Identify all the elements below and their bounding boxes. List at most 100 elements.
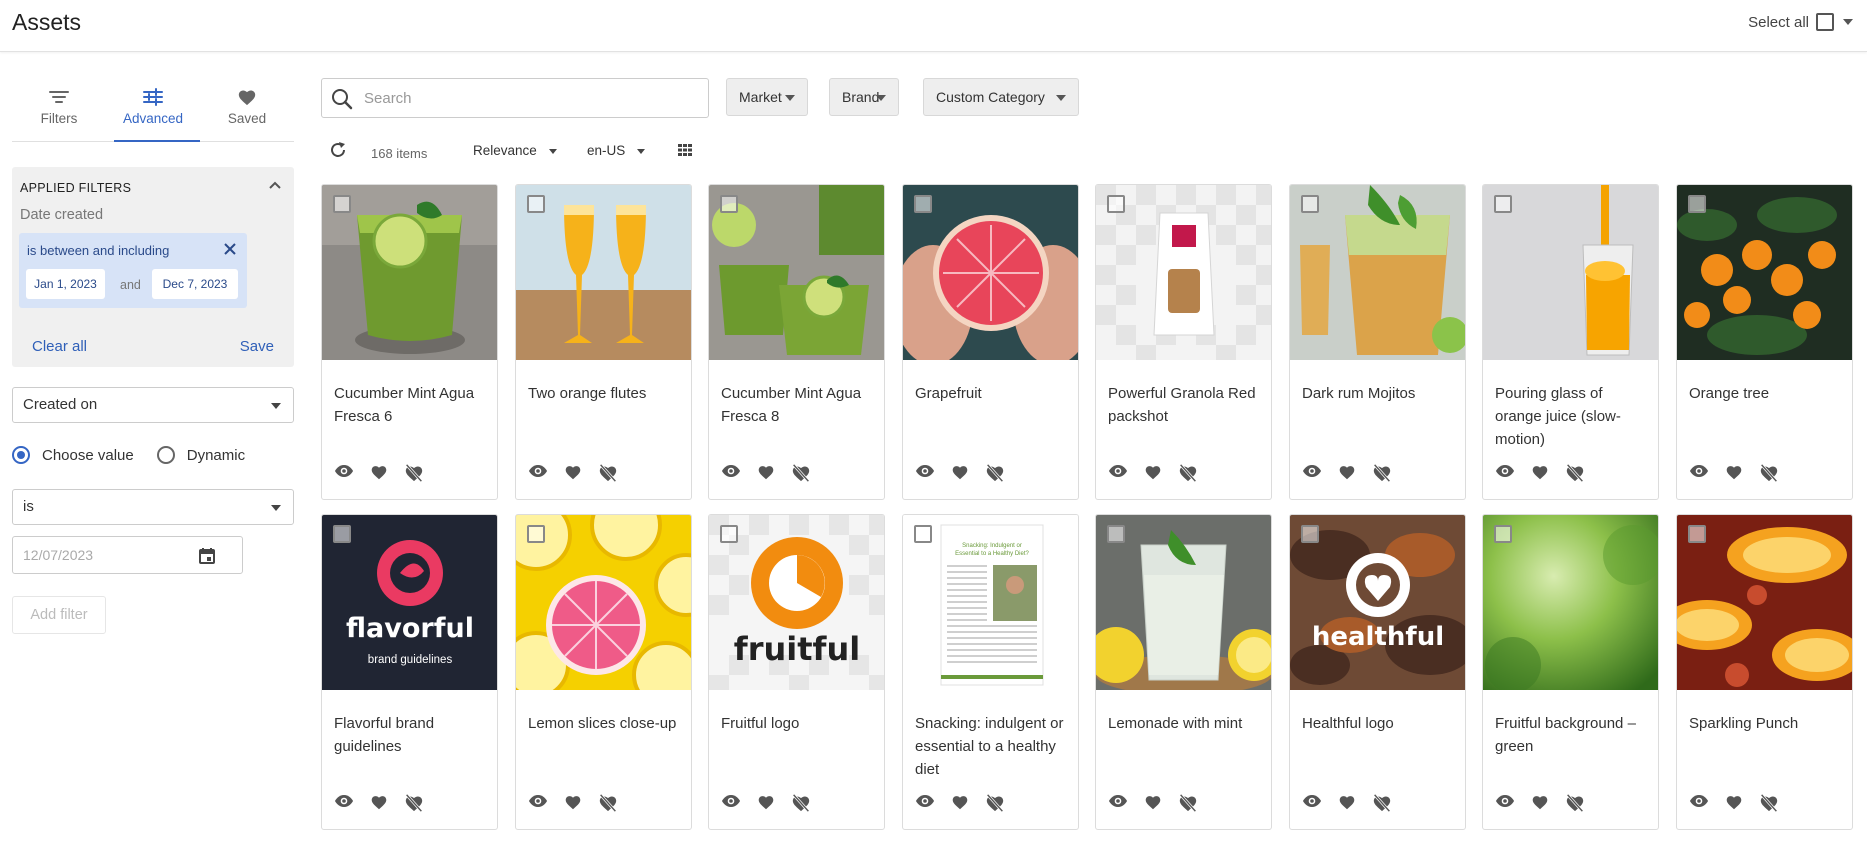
clear-all-link[interactable]: Clear all (32, 338, 87, 355)
asset-select-checkbox[interactable] (1107, 195, 1125, 213)
asset-card[interactable]: Cucumber Mint Agua Fresca 6 (321, 184, 498, 500)
eye-icon[interactable] (915, 464, 935, 487)
asset-select-checkbox[interactable] (1301, 195, 1319, 213)
asset-title[interactable]: Orange tree (1689, 382, 1845, 405)
heart-off-icon[interactable] (404, 793, 424, 817)
eye-icon[interactable] (1108, 794, 1128, 817)
eye-icon[interactable] (1689, 464, 1709, 487)
heart-icon[interactable] (1144, 794, 1162, 817)
close-icon[interactable] (223, 242, 237, 256)
heart-icon[interactable] (1531, 464, 1549, 487)
add-filter-button[interactable]: Add filter (12, 596, 106, 634)
asset-select-checkbox[interactable] (720, 525, 738, 543)
chevron-down-icon[interactable] (1843, 19, 1853, 25)
eye-icon[interactable] (1495, 794, 1515, 817)
asset-select-checkbox[interactable] (333, 195, 351, 213)
locale-dropdown[interactable]: en-US (587, 143, 646, 158)
eye-icon[interactable] (1495, 464, 1515, 487)
asset-card[interactable]: Dark rum Mojitos (1289, 184, 1466, 500)
select-all-control[interactable]: Select all (1748, 13, 1853, 31)
heart-icon[interactable] (757, 464, 775, 487)
asset-card[interactable]: Two orange flutes (515, 184, 692, 500)
date-from-pill[interactable]: Jan 1, 2023 (26, 269, 105, 299)
asset-select-checkbox[interactable] (914, 195, 932, 213)
asset-select-checkbox[interactable] (1301, 525, 1319, 543)
eye-icon[interactable] (1689, 794, 1709, 817)
tab-saved[interactable]: Saved (200, 78, 294, 141)
asset-card[interactable]: Powerful Granola Red packshot (1095, 184, 1272, 500)
sort-dropdown[interactable]: Relevance (473, 143, 557, 158)
heart-off-icon[interactable] (985, 463, 1005, 487)
heart-off-icon[interactable] (1372, 793, 1392, 817)
asset-select-checkbox[interactable] (1107, 525, 1125, 543)
asset-title[interactable]: Dark rum Mojitos (1302, 382, 1458, 405)
heart-icon[interactable] (1338, 464, 1356, 487)
asset-title[interactable]: Powerful Granola Red packshot (1108, 382, 1264, 428)
heart-icon[interactable] (1144, 464, 1162, 487)
asset-card[interactable]: Snacking: Indulgent or Essential to a Hea… (902, 514, 1079, 830)
eye-icon[interactable] (334, 794, 354, 817)
heart-icon[interactable] (1725, 464, 1743, 487)
asset-title[interactable]: Fruitful background – green (1495, 712, 1651, 758)
heart-icon[interactable] (951, 464, 969, 487)
heart-icon[interactable] (1338, 794, 1356, 817)
asset-title[interactable]: Fruitful logo (721, 712, 877, 735)
eye-icon[interactable] (721, 794, 741, 817)
heart-off-icon[interactable] (791, 793, 811, 817)
asset-card[interactable]: Sparkling Punch (1676, 514, 1853, 830)
asset-card[interactable]: Cucumber Mint Agua Fresca 8 (708, 184, 885, 500)
asset-select-checkbox[interactable] (1494, 525, 1512, 543)
asset-select-checkbox[interactable] (333, 525, 351, 543)
heart-off-icon[interactable] (1178, 463, 1198, 487)
heart-off-icon[interactable] (985, 793, 1005, 817)
search-box[interactable] (321, 78, 709, 118)
eye-icon[interactable] (1108, 464, 1128, 487)
eye-icon[interactable] (721, 464, 741, 487)
heart-off-icon[interactable] (598, 463, 618, 487)
eye-icon[interactable] (915, 794, 935, 817)
heart-off-icon[interactable] (1759, 793, 1779, 817)
radio-choose-value[interactable] (12, 446, 30, 464)
heart-off-icon[interactable] (598, 793, 618, 817)
heart-icon[interactable] (757, 794, 775, 817)
asset-select-checkbox[interactable] (527, 525, 545, 543)
save-filter-link[interactable]: Save (240, 338, 274, 355)
heart-icon[interactable] (1725, 794, 1743, 817)
eye-icon[interactable] (1302, 794, 1322, 817)
custom-category-dropdown[interactable]: Custom Category (923, 78, 1079, 116)
select-all-checkbox[interactable] (1816, 13, 1834, 31)
eye-icon[interactable] (1302, 464, 1322, 487)
brand-dropdown[interactable]: Brand (829, 78, 899, 116)
heart-icon[interactable] (1531, 794, 1549, 817)
asset-title[interactable]: Sparkling Punch (1689, 712, 1845, 735)
heart-icon[interactable] (370, 464, 388, 487)
market-dropdown[interactable]: Market (726, 78, 808, 116)
heart-off-icon[interactable] (1178, 793, 1198, 817)
asset-card[interactable]: Orange tree (1676, 184, 1853, 500)
asset-title[interactable]: Cucumber Mint Agua Fresca 6 (334, 382, 490, 428)
heart-off-icon[interactable] (404, 463, 424, 487)
asset-card[interactable]: healthful Healthful logo (1289, 514, 1466, 830)
asset-title[interactable]: Pouring glass of orange juice (slow-moti… (1495, 382, 1651, 451)
tab-filters[interactable]: Filters (12, 78, 106, 141)
asset-card[interactable]: fruitful Fruitful logo (708, 514, 885, 830)
date-field[interactable]: 12/07/2023 (12, 536, 243, 574)
eye-icon[interactable] (528, 464, 548, 487)
asset-select-checkbox[interactable] (720, 195, 738, 213)
asset-title[interactable]: Grapefruit (915, 382, 1071, 405)
asset-title[interactable]: Cucumber Mint Agua Fresca 8 (721, 382, 877, 428)
heart-icon[interactable] (564, 464, 582, 487)
asset-select-checkbox[interactable] (1494, 195, 1512, 213)
field-select[interactable]: Created on (12, 387, 294, 423)
refresh-icon[interactable] (329, 141, 347, 159)
asset-title[interactable]: Lemon slices close-up (528, 712, 684, 735)
tab-advanced[interactable]: Advanced (106, 78, 200, 142)
asset-card[interactable]: Pouring glass of orange juice (slow-moti… (1482, 184, 1659, 500)
operator-select[interactable]: is (12, 489, 294, 525)
heart-off-icon[interactable] (1565, 793, 1585, 817)
heart-off-icon[interactable] (1759, 463, 1779, 487)
heart-off-icon[interactable] (1372, 463, 1392, 487)
asset-select-checkbox[interactable] (527, 195, 545, 213)
calendar-icon[interactable] (198, 547, 216, 565)
eye-icon[interactable] (334, 464, 354, 487)
